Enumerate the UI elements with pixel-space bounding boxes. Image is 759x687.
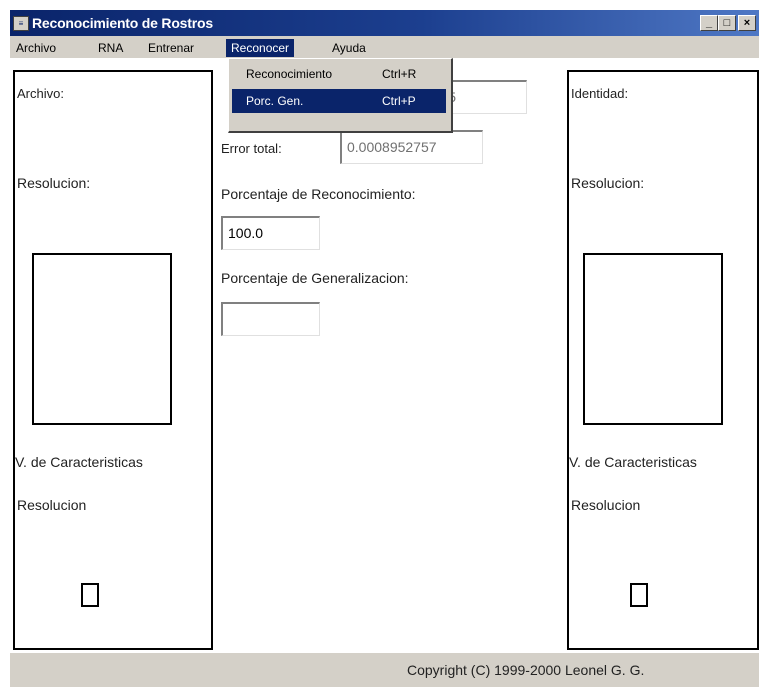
menu-item-porc-gen[interactable]: Porc. Gen. Ctrl+P <box>232 89 446 113</box>
reconocimiento-label: Porcentaje de Reconocimiento: <box>221 186 416 202</box>
resolucion-label: Resolucion: <box>17 175 91 191</box>
generalizacion-label: Porcentaje de Generalizacion: <box>221 270 409 286</box>
menu-archivo[interactable]: Archivo <box>16 39 56 57</box>
menu-bar: Archivo RNA Entrenar Reconocer Ayuda <box>10 36 759 58</box>
title-bar[interactable]: ≡ Reconocimiento de Rostros _ □ × <box>10 10 759 36</box>
copyright-text: Copyright (C) 1999-2000 Leonel G. G. <box>407 662 645 678</box>
input-image-frame <box>32 253 172 425</box>
menu-rna[interactable]: RNA <box>98 39 123 57</box>
archivo-label: Archivo: <box>17 86 64 101</box>
caracteristicas-label: V. de Caracteristicas <box>15 454 143 470</box>
feature-vector-frame <box>81 583 99 607</box>
generalizacion-field[interactable] <box>221 302 320 336</box>
main-content: Archivo: Resolucion: V. de Caracteristic… <box>10 58 759 653</box>
resolucion2-label-right: Resolucion <box>571 497 641 513</box>
porc-gen-shortcut: Ctrl+P <box>382 94 416 108</box>
resolucion2-label: Resolucion <box>17 497 87 513</box>
menu-ayuda[interactable]: Ayuda <box>332 39 366 57</box>
error-total-field[interactable]: 0.0008952757 <box>340 130 483 164</box>
close-button[interactable]: × <box>738 15 756 31</box>
caracteristicas-label-right: V. de Caracteristicas <box>569 454 697 470</box>
porc-gen-menu-label: Porc. Gen. <box>246 94 304 108</box>
status-bar: Copyright (C) 1999-2000 Leonel G. G. <box>10 653 759 687</box>
reconocimiento-field[interactable]: 100.0 <box>221 216 320 250</box>
reconocimiento-shortcut: Ctrl+R <box>382 67 417 81</box>
identidad-label: Identidad: <box>571 86 629 101</box>
app-window: ≡ Reconocimiento de Rostros _ □ × Archiv… <box>10 10 759 687</box>
menu-reconocer[interactable]: Reconocer <box>226 39 295 57</box>
minimize-button[interactable]: _ <box>700 15 718 31</box>
error-total-label: Error total: <box>221 141 282 156</box>
right-image-panel: Identidad: Resolucion: V. de Caracterist… <box>567 70 759 650</box>
identity-image-frame <box>583 253 723 425</box>
java-app-icon[interactable]: ≡ <box>13 16 29 31</box>
window-title: Reconocimiento de Rostros <box>32 15 213 31</box>
maximize-button[interactable]: □ <box>718 15 736 31</box>
menu-item-reconocimiento[interactable]: Reconocimiento Ctrl+R <box>232 62 446 86</box>
menu-entrenar[interactable]: Entrenar <box>148 39 194 57</box>
reconocer-dropdown: Reconocimiento Ctrl+R Porc. Gen. Ctrl+P <box>228 58 453 133</box>
identity-vector-frame <box>630 583 648 607</box>
left-image-panel: Archivo: Resolucion: V. de Caracteristic… <box>13 70 213 650</box>
reconocimiento-menu-label: Reconocimiento <box>246 67 333 81</box>
resolucion-label-right: Resolucion: <box>571 175 645 191</box>
